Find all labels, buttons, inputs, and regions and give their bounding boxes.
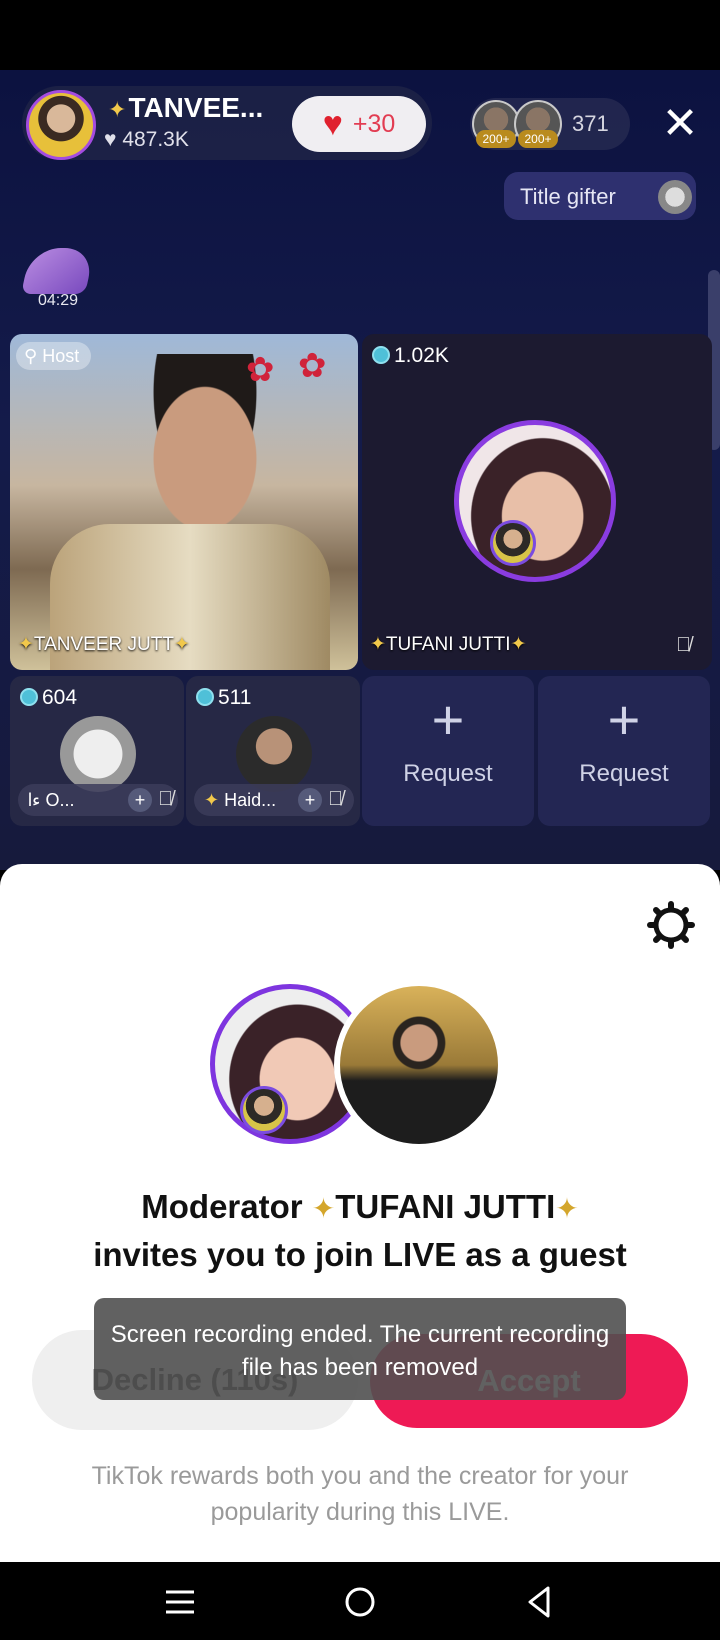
heart-icon: ♥ bbox=[322, 105, 343, 143]
screen-recording-toast: Screen recording ended. The current reco… bbox=[94, 1298, 626, 1400]
gear-icon[interactable] bbox=[646, 900, 696, 950]
request-seat-button[interactable]: + Request bbox=[362, 676, 534, 826]
menu-icon[interactable] bbox=[158, 1580, 202, 1624]
guest-tile-small[interactable]: 604 l‎ء O... + 🎙̸ bbox=[10, 676, 184, 826]
add-icon[interactable]: + bbox=[298, 788, 322, 812]
host-name[interactable]: ✦TANVEE... bbox=[108, 92, 263, 124]
like-button[interactable]: ♥ +30 bbox=[292, 96, 426, 152]
user-avatar bbox=[334, 980, 504, 1150]
coin-icon bbox=[20, 688, 38, 706]
mic-off-icon: 🎙̸ bbox=[328, 788, 343, 810]
close-icon[interactable]: ✕ bbox=[660, 100, 700, 148]
request-label: Request bbox=[403, 760, 493, 787]
guest-name: l‎ء O... bbox=[18, 784, 178, 816]
back-icon[interactable] bbox=[518, 1580, 562, 1624]
guest-score: 511 bbox=[196, 686, 251, 710]
star-icon: ✦ bbox=[510, 634, 527, 655]
like-bonus: +30 bbox=[352, 109, 396, 138]
viewer-count[interactable]: 371 bbox=[572, 111, 609, 137]
mic-off-icon: 🎙̸ bbox=[158, 788, 173, 810]
invite-message: Moderator ✦TUFANI JUTTI✦ invites you to … bbox=[93, 1188, 627, 1273]
rose-icon: ✿ bbox=[298, 347, 327, 385]
guest-avatar bbox=[60, 716, 136, 792]
guest-tile[interactable]: 1.02K ✦TUFANI JUTTI✦ 🎙̸ bbox=[362, 334, 712, 670]
star-icon: ✦ bbox=[555, 1193, 579, 1224]
request-seat-button[interactable]: + Request bbox=[538, 676, 710, 826]
heart-small-icon: ♥ bbox=[104, 128, 117, 151]
guest-avatar bbox=[236, 716, 312, 792]
plus-icon: + bbox=[431, 688, 465, 751]
guest-avatar bbox=[454, 420, 616, 582]
coin-icon bbox=[372, 346, 390, 364]
host-video-tile[interactable]: ✿ ✿ ⚲ Host ✦TANVEER JUTT✦ bbox=[10, 334, 358, 670]
home-icon[interactable] bbox=[338, 1580, 382, 1624]
request-label: Request bbox=[579, 760, 669, 787]
add-icon[interactable]: + bbox=[128, 788, 152, 812]
viewer-badge: 200+ bbox=[476, 130, 516, 148]
guest-score: 1.02K bbox=[372, 344, 449, 368]
status-bar bbox=[0, 0, 720, 70]
gifter-avatar bbox=[658, 180, 692, 214]
star-icon: ✦ bbox=[173, 634, 190, 655]
viewer-badge: 200+ bbox=[518, 130, 558, 148]
mic-off-icon: 🎙̸ bbox=[676, 634, 691, 656]
star-icon: ✦ bbox=[108, 97, 127, 122]
host-avatar[interactable] bbox=[26, 90, 96, 160]
plus-icon: + bbox=[607, 688, 641, 751]
reward-info: TikTok rewards both you and the creator … bbox=[91, 1462, 629, 1526]
host-badge: ⚲ Host bbox=[16, 342, 92, 370]
gift-icon bbox=[21, 248, 95, 294]
rose-icon: ✿ bbox=[246, 351, 275, 389]
gift-timer-tile[interactable]: 04:29 bbox=[21, 248, 95, 312]
host-tile-name: ✦TANVEER JUTT✦ bbox=[18, 634, 190, 655]
gift-timer: 04:29 bbox=[38, 292, 79, 309]
moderator-mini-avatar bbox=[240, 1086, 288, 1134]
star-icon: ✦ bbox=[18, 634, 34, 655]
guest-tile-name: ✦TUFANI JUTTI✦ bbox=[370, 634, 527, 655]
lock-icon: ⚲ bbox=[24, 346, 38, 366]
star-icon: ✦ bbox=[370, 634, 386, 655]
star-icon: ✦ bbox=[311, 1193, 336, 1224]
guest-score: 604 bbox=[20, 686, 77, 710]
star-icon: ✦ bbox=[204, 790, 220, 810]
host-likes: ♥ 487.3K bbox=[104, 128, 189, 151]
coin-icon bbox=[196, 688, 214, 706]
guest-tile-small[interactable]: 511 ✦ Haid... + 🎙̸ bbox=[186, 676, 360, 826]
guest-mini-avatar bbox=[490, 520, 536, 566]
